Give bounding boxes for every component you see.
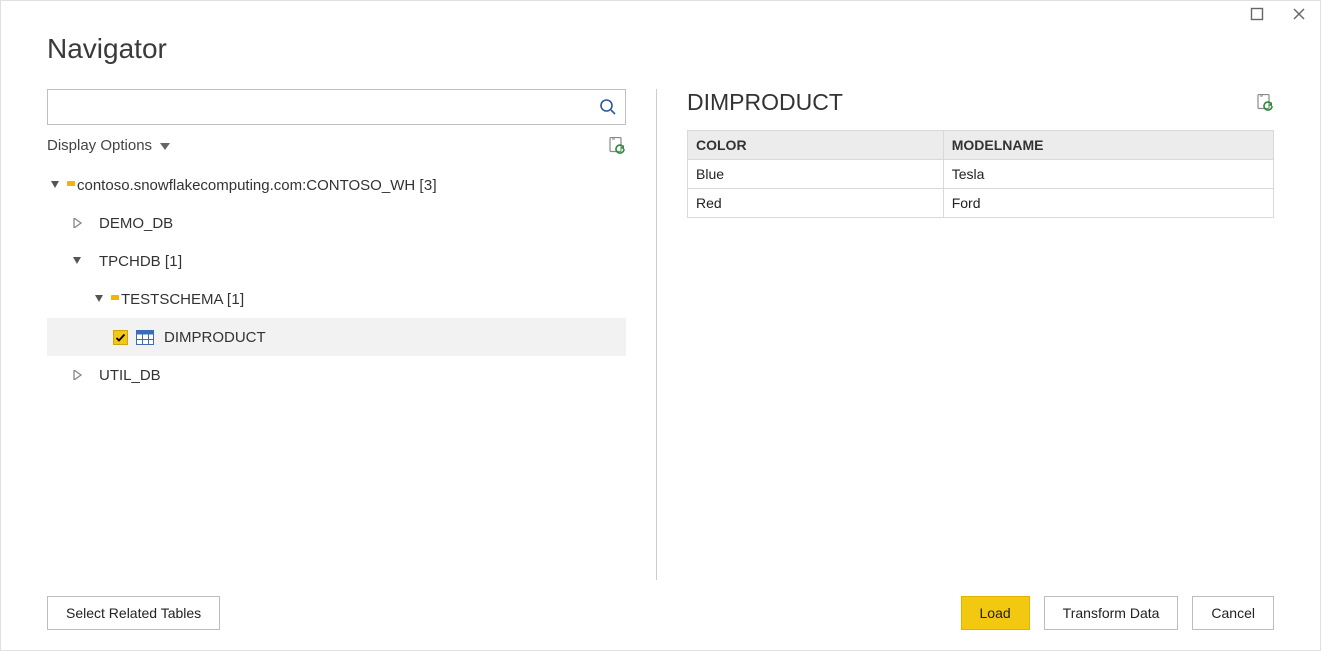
table-icon bbox=[136, 330, 154, 345]
tree-node-tpchdb[interactable]: TPCHDB [1] bbox=[47, 242, 626, 280]
display-options-row: Display Options bbox=[47, 135, 626, 156]
preview-header-row: COLORMODELNAME bbox=[688, 131, 1274, 160]
display-options-dropdown[interactable]: Display Options bbox=[47, 135, 170, 156]
tree-node-label: TPCHDB [1] bbox=[99, 253, 182, 270]
cancel-button[interactable]: Cancel bbox=[1192, 596, 1274, 630]
collapse-icon[interactable] bbox=[69, 253, 85, 269]
transform-data-button[interactable]: Transform Data bbox=[1044, 596, 1179, 630]
search-icon[interactable] bbox=[591, 90, 625, 124]
select-related-tables-button[interactable]: Select Related Tables bbox=[47, 596, 220, 630]
preview-header: DIMPRODUCT bbox=[687, 89, 1274, 116]
expand-icon[interactable] bbox=[69, 367, 85, 383]
tree-node-label: TESTSCHEMA [1] bbox=[121, 291, 244, 308]
tree-node-label: UTIL_DB bbox=[99, 367, 161, 384]
search-input[interactable] bbox=[48, 90, 591, 124]
object-tree: contoso.snowflakecomputing.com:CONTOSO_W… bbox=[47, 166, 626, 394]
search-field[interactable] bbox=[47, 89, 626, 125]
tree-node-dimproduct[interactable]: DIMPRODUCT bbox=[47, 318, 626, 356]
page-title: Navigator bbox=[47, 33, 1274, 65]
collapse-icon[interactable] bbox=[91, 291, 107, 307]
display-options-label: Display Options bbox=[47, 137, 152, 154]
tree-node-label: contoso.snowflakecomputing.com:CONTOSO_W… bbox=[77, 177, 437, 194]
tree-node-demo-db[interactable]: DEMO_DB bbox=[47, 204, 626, 242]
preview-title: DIMPRODUCT bbox=[687, 89, 843, 116]
dialog-footer: Select Related Tables Load Transform Dat… bbox=[47, 596, 1274, 630]
table-cell: Tesla bbox=[943, 160, 1273, 189]
table-row[interactable]: BlueTesla bbox=[688, 160, 1274, 189]
footer-right: Load Transform Data Cancel bbox=[961, 596, 1274, 630]
column-header[interactable]: MODELNAME bbox=[943, 131, 1273, 160]
table-row[interactable]: RedFord bbox=[688, 189, 1274, 218]
tree-node-label: DIMPRODUCT bbox=[164, 329, 266, 346]
maximize-icon[interactable] bbox=[1250, 7, 1264, 21]
navigator-dialog: Navigator Display Options bbox=[0, 0, 1321, 651]
tree-node-testschema[interactable]: TESTSCHEMA [1] bbox=[47, 280, 626, 318]
navigator-tree-pane: Display Options bbox=[47, 89, 657, 580]
refresh-tree-icon[interactable] bbox=[608, 137, 626, 155]
table-cell: Blue bbox=[688, 160, 944, 189]
refresh-preview-icon[interactable] bbox=[1256, 94, 1274, 112]
expand-icon[interactable] bbox=[69, 215, 85, 231]
table-cell: Ford bbox=[943, 189, 1273, 218]
load-button[interactable]: Load bbox=[961, 596, 1030, 630]
checkbox-icon[interactable] bbox=[113, 330, 128, 345]
tree-node-connection[interactable]: contoso.snowflakecomputing.com:CONTOSO_W… bbox=[47, 166, 626, 204]
collapse-icon[interactable] bbox=[47, 177, 63, 193]
table-cell: Red bbox=[688, 189, 944, 218]
preview-pane: DIMPRODUCT COLORMODELNAME BlueTeslaRedFo… bbox=[657, 89, 1274, 580]
tree-node-label: DEMO_DB bbox=[99, 215, 173, 232]
column-header[interactable]: COLOR bbox=[688, 131, 944, 160]
window-controls bbox=[1, 1, 1320, 29]
preview-table: COLORMODELNAME BlueTeslaRedFord bbox=[687, 130, 1274, 218]
tree-node-util-db[interactable]: UTIL_DB bbox=[47, 356, 626, 394]
dialog-content: Navigator Display Options bbox=[1, 29, 1320, 650]
body-row: Display Options bbox=[47, 89, 1274, 580]
close-icon[interactable] bbox=[1292, 7, 1306, 21]
